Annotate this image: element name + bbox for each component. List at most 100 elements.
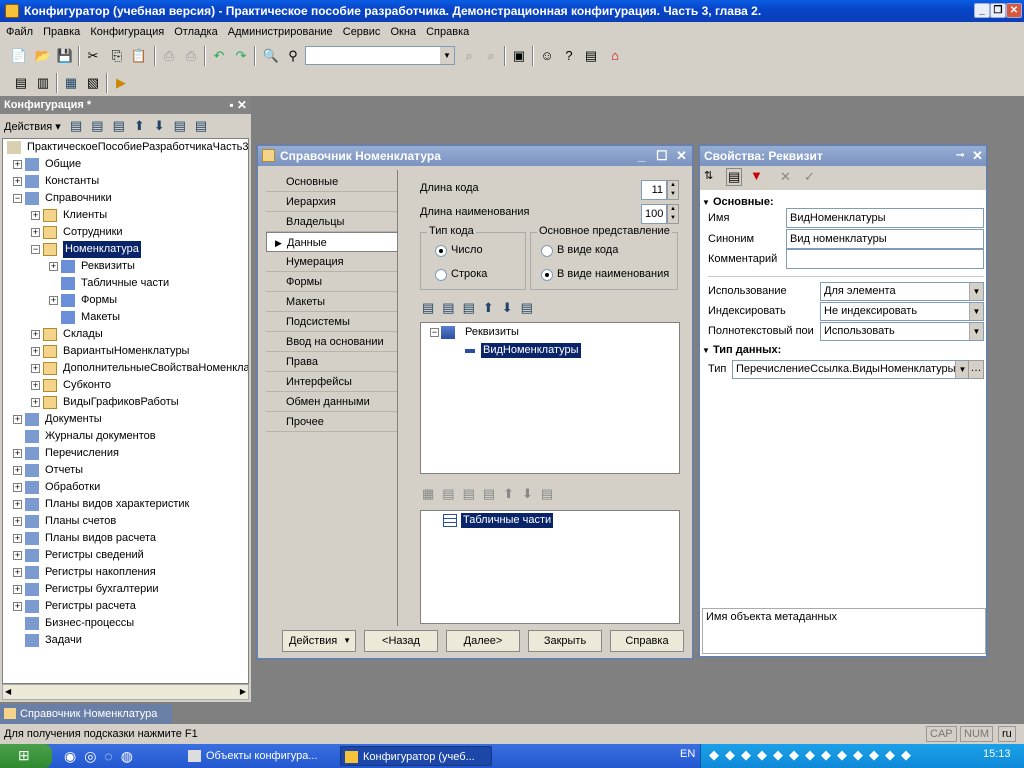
tab-item[interactable]: Интерфейсы bbox=[266, 372, 397, 392]
section-type-header[interactable]: ▼ Тип данных: bbox=[702, 340, 781, 360]
save-config-icon[interactable]: ▥ bbox=[34, 74, 52, 92]
expand-icon[interactable]: + bbox=[49, 296, 58, 305]
tree-item[interactable]: + Регистры бухгалтерии bbox=[3, 581, 248, 598]
dialog-minimize-icon[interactable]: _ bbox=[638, 146, 645, 166]
expand-icon[interactable]: + bbox=[13, 534, 22, 543]
tree-item[interactable]: Журналы документов bbox=[3, 428, 248, 445]
type-combo[interactable]: ПеречислениеСсылка.ВидыНоменклатуры ▼ bbox=[732, 360, 970, 379]
code-length-field[interactable]: 11 bbox=[641, 180, 667, 200]
tree-item[interactable]: + Перечисления bbox=[3, 445, 248, 462]
close-dialog-button[interactable]: Закрыть bbox=[528, 630, 602, 652]
attributes-tree[interactable]: − Реквизиты ВидНоменклатуры bbox=[420, 322, 680, 474]
categorize-icon[interactable]: ▤ bbox=[726, 168, 743, 186]
expand-icon[interactable]: + bbox=[13, 177, 22, 186]
expand-icon[interactable]: + bbox=[31, 211, 40, 220]
taskbar-lang[interactable]: EN bbox=[680, 748, 695, 760]
tree-item[interactable]: + Планы видов расчета bbox=[3, 530, 248, 547]
help-button[interactable]: Справка bbox=[610, 630, 684, 652]
find-binoculars-icon[interactable]: ⚲ bbox=[284, 47, 302, 65]
menu-file[interactable]: Файл bbox=[6, 26, 33, 38]
restore-button[interactable]: ❐ bbox=[990, 3, 1006, 18]
name-length-field[interactable]: 100 bbox=[641, 204, 667, 224]
config-tree-toolbar-icons[interactable]: ▤▤▤⬆⬇▤▤ bbox=[70, 118, 216, 134]
expand-icon[interactable]: + bbox=[31, 364, 40, 373]
tab-item[interactable]: Владельцы bbox=[266, 212, 397, 232]
syntax-helper-icon[interactable]: ▤ bbox=[582, 47, 600, 65]
update-db-icon[interactable]: ▦ bbox=[62, 74, 80, 92]
tab-item[interactable]: Иерархия bbox=[266, 192, 397, 212]
start-debug-icon[interactable]: ▶ bbox=[112, 74, 130, 92]
expand-icon[interactable]: + bbox=[31, 330, 40, 339]
quick-launch-icons[interactable]: ◉◎◌◍ bbox=[64, 748, 141, 765]
filter-icon[interactable]: ▼ bbox=[750, 168, 763, 183]
expand-icon[interactable]: + bbox=[13, 483, 22, 492]
start-button[interactable]: ⊞ bbox=[0, 744, 52, 768]
assistant-icon[interactable]: ☺ bbox=[538, 47, 556, 65]
dialog-maximize-icon[interactable]: ☐ bbox=[656, 146, 668, 166]
task-objects[interactable]: Объекты конфигура... bbox=[184, 746, 334, 766]
save-icon[interactable]: 💾 bbox=[56, 47, 74, 65]
tree-item[interactable]: ПрактическоеПособиеРазработчикаЧасть3 bbox=[3, 139, 248, 156]
tree-item[interactable]: − Справочники bbox=[3, 190, 248, 207]
usage-combo[interactable]: Для элемента ▼ bbox=[820, 282, 984, 301]
tree-item[interactable]: + ВидыГрафиковРаботы bbox=[3, 394, 248, 411]
synonym-field[interactable]: Вид номенклатуры bbox=[786, 229, 984, 249]
index-combo[interactable]: Не индексировать ▼ bbox=[820, 302, 984, 321]
tree-item[interactable]: Макеты bbox=[3, 309, 248, 326]
tab-item[interactable]: Ввод на основании bbox=[266, 332, 397, 352]
new-file-icon[interactable]: 📄 bbox=[10, 47, 28, 65]
dialog-close-icon[interactable]: ✕ bbox=[676, 146, 687, 166]
code-length-spinner[interactable]: ▲ ▼ bbox=[667, 180, 679, 200]
configuration-tree[interactable]: ПрактическоеПособиеРазработчикаЧасть3 + Об… bbox=[2, 138, 249, 684]
attributes-collapse-icon[interactable]: − bbox=[430, 328, 439, 337]
tabular-parts-root-label[interactable]: Табличные части bbox=[461, 513, 554, 528]
attributes-toolbar-icons[interactable]: ▤▤▤⬆⬇▤ bbox=[422, 300, 541, 316]
tab-item[interactable]: Права bbox=[266, 352, 397, 372]
tabular-parts-tree[interactable]: Табличные части bbox=[420, 510, 680, 624]
code-type-string-radio[interactable] bbox=[435, 269, 447, 281]
name-length-spinner[interactable]: ▲ ▼ bbox=[667, 204, 679, 224]
print-preview-icon[interactable]: ⎙ bbox=[182, 47, 200, 65]
tray-icons[interactable]: ◆◆◆◆◆◆◆◆◆◆◆◆◆ bbox=[709, 747, 917, 763]
next-button[interactable]: Далее> bbox=[446, 630, 520, 652]
menu-help[interactable]: Справка bbox=[426, 26, 469, 38]
expand-icon[interactable]: + bbox=[13, 585, 22, 594]
paste-icon[interactable]: 📋 bbox=[130, 47, 148, 65]
expand-icon[interactable]: + bbox=[13, 568, 22, 577]
menu-service[interactable]: Сервис bbox=[343, 26, 381, 38]
expand-icon[interactable]: + bbox=[31, 398, 40, 407]
tree-item[interactable]: + Планы видов характеристик bbox=[3, 496, 248, 513]
expand-icon[interactable]: + bbox=[31, 347, 40, 356]
code-type-number-radio[interactable] bbox=[435, 245, 447, 257]
tree-item[interactable]: + Константы bbox=[3, 173, 248, 190]
tab-item[interactable]: Основные bbox=[266, 172, 397, 192]
apply-icon[interactable]: ✓ bbox=[804, 169, 815, 185]
expand-icon[interactable]: + bbox=[13, 449, 22, 458]
expand-icon[interactable]: + bbox=[13, 500, 22, 509]
menu-configuration[interactable]: Конфигурация bbox=[90, 26, 164, 38]
help-icon[interactable]: ? bbox=[560, 47, 578, 65]
close-button[interactable]: ✕ bbox=[1006, 3, 1022, 18]
expand-icon[interactable]: + bbox=[49, 262, 58, 271]
expand-icon[interactable]: + bbox=[13, 602, 22, 611]
menu-administration[interactable]: Администрирование bbox=[228, 26, 333, 38]
window-list-icon[interactable]: ▣ bbox=[510, 47, 528, 65]
cancel-icon[interactable]: ✕ bbox=[780, 169, 791, 185]
tree-item[interactable]: + Планы счетов bbox=[3, 513, 248, 530]
tree-item[interactable]: − Номенклатура bbox=[3, 241, 248, 258]
tree-item[interactable]: + Склады bbox=[3, 326, 248, 343]
expand-icon[interactable]: + bbox=[13, 517, 22, 526]
repr-code-radio[interactable] bbox=[541, 245, 553, 257]
find-prev-icon[interactable]: ⌕ bbox=[482, 47, 500, 65]
type-select-button[interactable]: … bbox=[968, 360, 984, 379]
find-icon[interactable]: 🔍 bbox=[262, 47, 280, 65]
tree-item[interactable]: + Отчеты bbox=[3, 462, 248, 479]
menu-windows[interactable]: Окна bbox=[390, 26, 416, 38]
its-icon[interactable]: ⌂ bbox=[606, 47, 624, 65]
collapse-icon[interactable]: − bbox=[31, 245, 40, 254]
properties-pin-icon[interactable]: ⊸ bbox=[956, 146, 964, 166]
task-configurator[interactable]: Конфигуратор (учеб... bbox=[340, 746, 492, 766]
window-tab-catalog[interactable]: Справочник Номенклатура bbox=[0, 704, 172, 724]
tree-item[interactable]: + Сотрудники bbox=[3, 224, 248, 241]
tree-item[interactable]: + Реквизиты bbox=[3, 258, 248, 275]
